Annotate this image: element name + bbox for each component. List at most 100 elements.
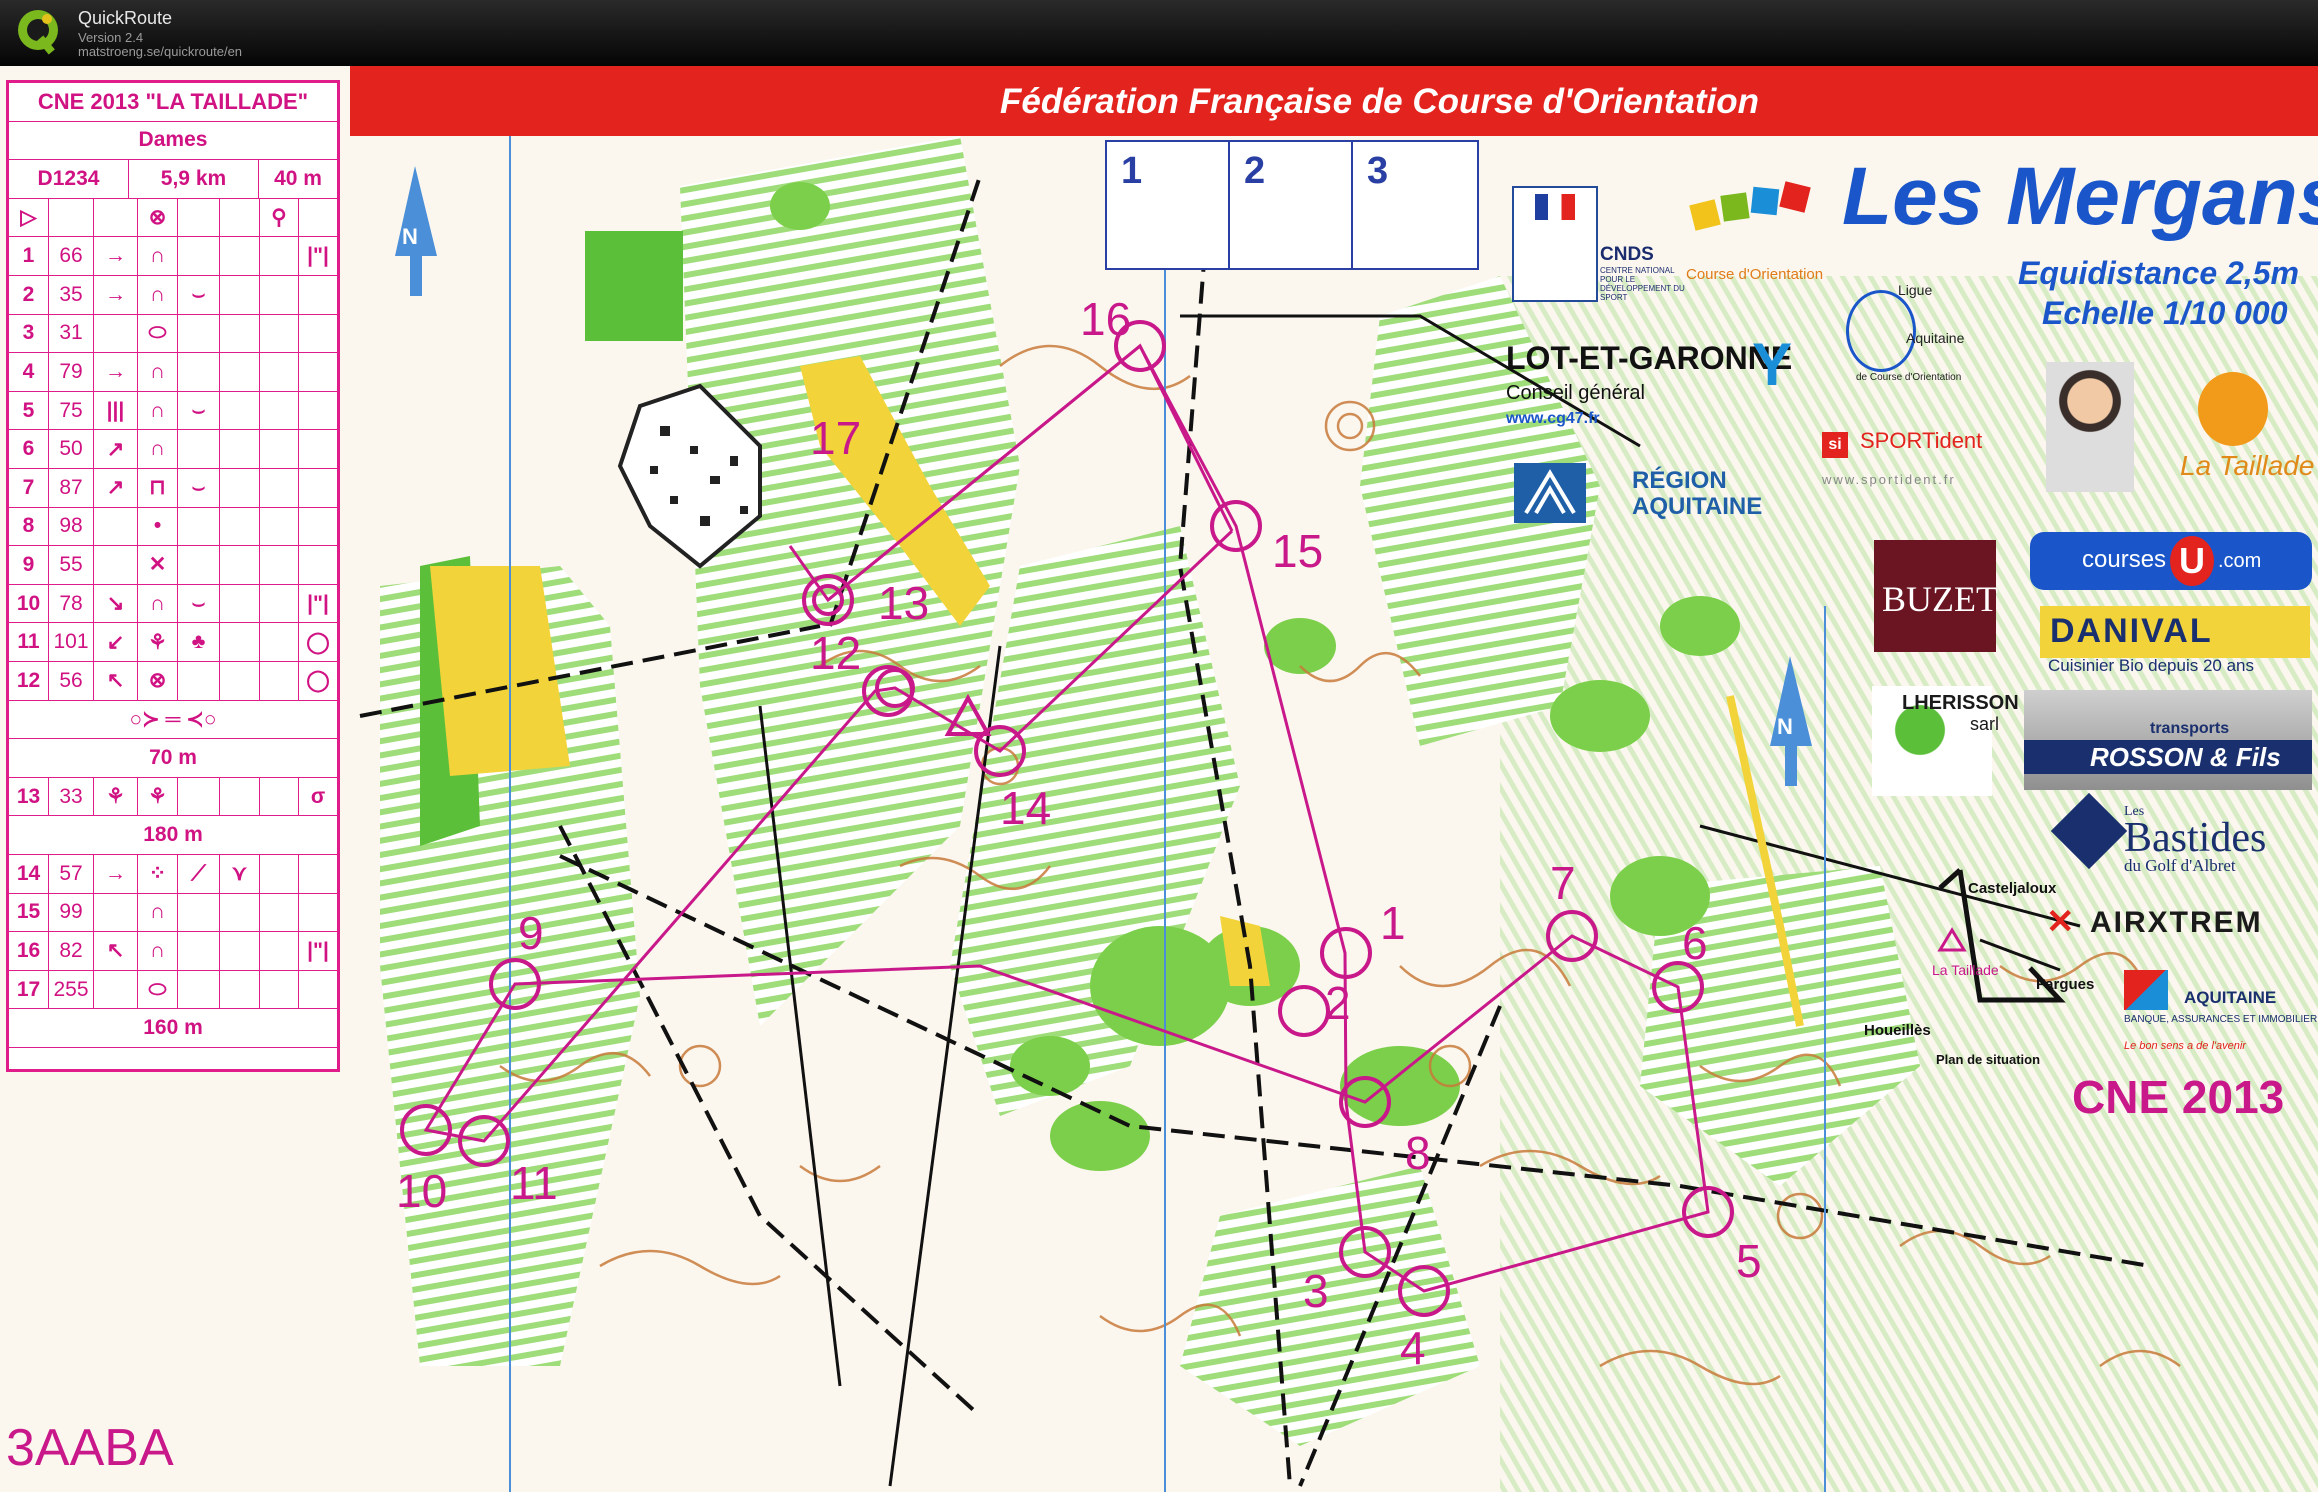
control-row-6: 6 50 ↗ ∩ [9,430,337,469]
symbol-icon: σ [310,784,326,808]
cnds-label: CNDS [1600,244,1654,265]
symbol-icon: ↗ [94,430,138,468]
control-label-10: 10 [396,1165,448,1217]
tape-row: 180 m [9,816,337,855]
control-number: 1 [9,237,49,275]
blank-cell [260,314,299,353]
symbol-icon: |"| [307,591,329,615]
blank-cell [260,507,299,546]
lherisson-sarl: sarl [1970,714,2000,734]
control-label-11: 11 [510,1157,558,1209]
symbol-icon: ⊓ [138,469,178,507]
box-2: 2 [1230,142,1353,268]
cg47-url[interactable]: www.cg47.fr [1506,410,1600,428]
symbol-icon: |"| [307,938,329,962]
symbol-icon: ∩ [138,584,178,623]
symbol-icon: ⁘ [138,855,178,893]
blank-cell [94,507,138,546]
control-row-9: 9 55 ✕ [9,546,337,585]
desc-category-row: Dames [9,122,337,161]
blank-cell [299,353,337,391]
ffco-logo-icon [1689,181,1811,231]
symbol-icon: → [94,855,138,893]
lot-et-garonne-y-icon: Y [1752,331,1793,398]
control-description-sheet: CNE 2013 "LA TAILLADE" Dames D1234 5,9 k… [6,80,340,1072]
blank-cell [260,430,299,468]
cne-2013-label: CNE 2013 [2072,1071,2285,1123]
control-row-17: 17 255 ⬭ [9,970,337,1010]
control-row-8: 8 98 • [9,507,337,547]
control-code: 99 [49,893,94,932]
control-number: 4 [9,353,49,391]
danival-label: DANIVAL [2050,612,2213,650]
control-label-17: 17 [810,412,862,464]
control-number: 14 [9,855,49,893]
tape-row: ○≻ ═ ≺○ [9,701,337,740]
symbol-icon: ∩ [138,353,178,391]
situation-casteljaloux: Casteljaloux [1968,880,2057,897]
blank-cell [220,623,260,661]
box-3: 3 [1367,150,1389,192]
control-code: 255 [49,970,94,1009]
blank-cell [220,430,260,468]
blank-cell [260,391,299,430]
blank-cell [260,546,299,584]
control-code: 35 [49,276,94,314]
symbol-icon: ↗ [94,469,138,507]
blank-cell [220,237,260,275]
blank-cell [220,353,260,391]
app-url[interactable]: matstroeng.se/quickroute/en [78,44,242,59]
symbol-icon: → [94,276,138,314]
ligue-sub: de Course d'Orientation [1856,372,1962,383]
conseil-general: Conseil général [1506,382,1645,404]
control-number: 17 [9,970,49,1009]
blank-cell [260,353,299,391]
sportident-url[interactable]: www.sportident.fr [1822,472,1956,487]
blank-cell [260,623,299,661]
control-row-5: 5 75 ||| ∩ ⌣ [9,391,337,431]
control-code: 98 [49,507,94,546]
blank-cell [178,314,220,353]
symbol-icon: ⚘ [138,777,178,816]
blank-cell [178,932,220,970]
event-title: CNE 2013 "LA TAILLADE" [37,88,309,114]
tape-distance: 180 m [143,823,203,847]
control-code: 75 [49,391,94,430]
symbol-icon: ∩ [138,237,178,275]
blank-cell [220,276,260,314]
region-label: RÉGION [1632,467,1727,494]
blank-cell [178,662,220,700]
control-row-14: 14 57 → ⁘ ⟋ ⋎ [9,855,337,894]
lot-et-garonne: LOT-ET-GARONNE [1506,340,1793,376]
green-block [585,231,683,341]
symbol-icon: ⋎ [220,855,260,893]
symbol-icon: ✕ [138,546,178,584]
control-label-6: 6 [1682,917,1708,969]
blank-cell [178,507,220,546]
start-triangle-icon: ▷ [9,198,49,237]
control-label-13: 13 [878,577,930,629]
tape-row: 160 m [9,1009,337,1048]
control-number: 10 [9,584,49,623]
blank-cell [178,893,220,932]
control-row-12: 12 56 ↖ ⊗ ◯ [9,662,337,701]
control-code: 57 [49,855,94,893]
situation-la-taillade: La Taillade [1932,962,1999,978]
blank-cell [220,507,260,546]
airxtrem-label: AIRXTREM [2090,906,2263,939]
blank-cell [260,237,299,275]
control-code: 66 [49,237,94,275]
ca-label: AQUITAINE [2184,988,2277,1007]
desc-title-row: CNE 2013 "LA TAILLADE" [9,83,337,122]
region-aquitaine: AQUITAINE [1632,493,1763,520]
blank-cell [94,546,138,584]
control-label-1: 1 [1380,897,1406,949]
tape-distance: 160 m [143,1016,203,1040]
title-bar: QuickRoute Version 2.4 matstroeng.se/qui… [0,0,2318,66]
control-number: 16 [9,932,49,970]
equidistance: Equidistance 2,5m [2018,255,2299,291]
control-row-2: 2 35 → ∩ ⌣ [9,276,337,315]
tape-row: 70 m [9,739,337,778]
chef-photo [2046,362,2134,492]
crossing-icon: ⊗ [138,198,178,237]
